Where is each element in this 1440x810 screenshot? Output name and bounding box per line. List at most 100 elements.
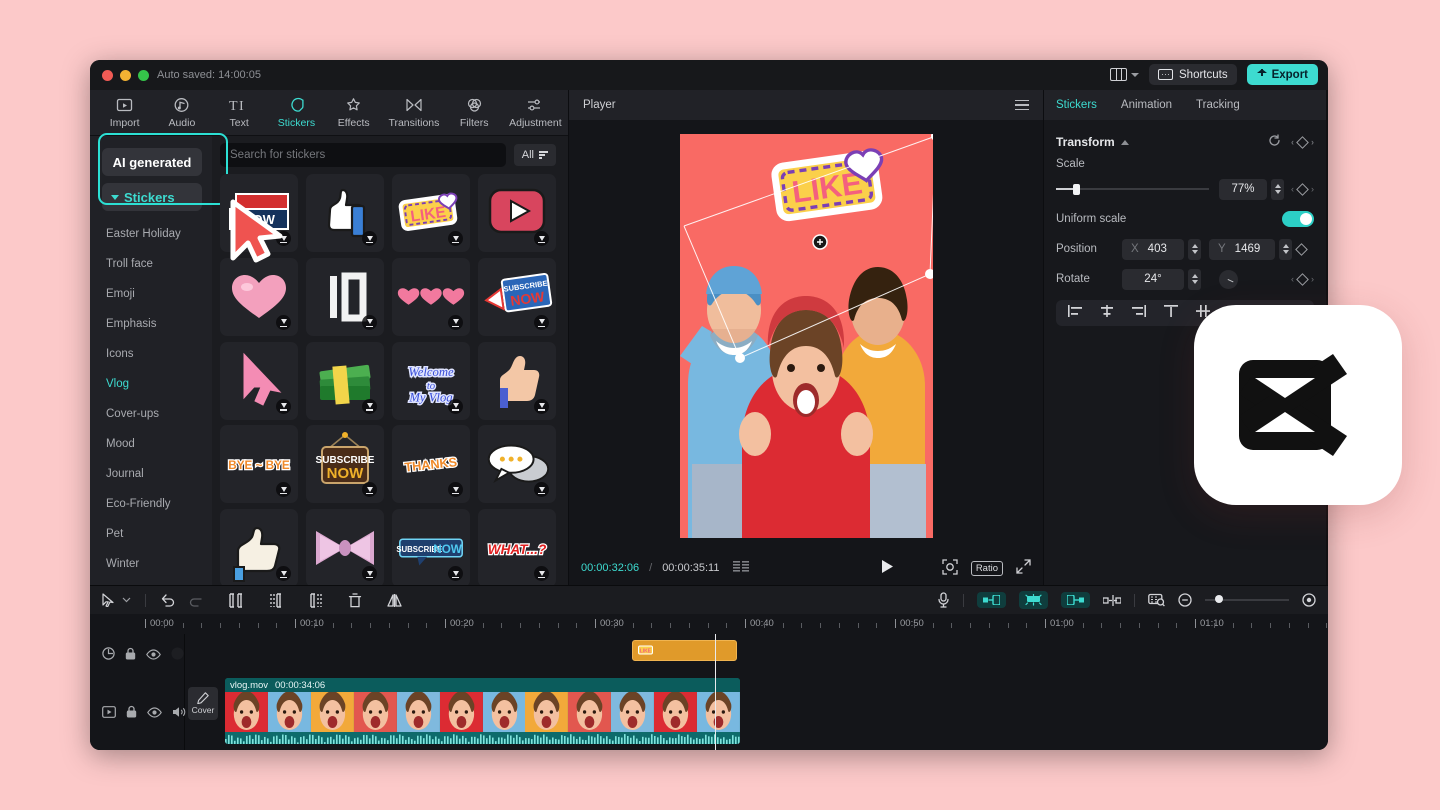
track-visibility-icon[interactable] xyxy=(147,705,162,723)
download-icon[interactable] xyxy=(448,315,463,330)
download-icon[interactable] xyxy=(534,315,549,330)
scale-slider[interactable] xyxy=(1056,188,1209,190)
tab-inspector-animation[interactable]: Animation xyxy=(1121,99,1172,111)
keyframe-nav-transform[interactable]: ‹ › xyxy=(1291,137,1314,147)
tab-filters[interactable]: Filters xyxy=(446,97,503,129)
keyframe-track-button[interactable] xyxy=(1103,595,1121,606)
redo-button[interactable] xyxy=(189,594,204,607)
sticker-subscribe-now-tag[interactable]: SUBSCRIBE NOW xyxy=(392,509,470,585)
keyframe-prev-icon[interactable]: ‹ xyxy=(1291,274,1294,284)
tab-transitions[interactable]: Transitions xyxy=(382,97,445,129)
tab-adjustment[interactable]: Adjustment xyxy=(503,97,568,129)
track-timer-icon[interactable] xyxy=(102,647,115,665)
transform-section-header[interactable]: Transform ‹ › xyxy=(1056,130,1314,154)
tab-stickers[interactable]: Stickers xyxy=(268,97,325,129)
sticker-speech-bubbles[interactable] xyxy=(478,425,556,503)
zoom-fit-button[interactable] xyxy=(942,559,958,578)
track-lock-icon[interactable] xyxy=(126,705,137,723)
sidebar-item-icons[interactable]: Icons xyxy=(90,339,212,369)
sidebar-item-mood[interactable]: Mood xyxy=(90,429,212,459)
tab-inspector-stickers[interactable]: Stickers xyxy=(1056,99,1097,111)
timeline-ruler[interactable]: 00:0000:1000:2000:3000:4000:5001:0001:10 xyxy=(90,614,1328,634)
delete-button[interactable] xyxy=(348,593,362,608)
align-center-horizontal-button[interactable] xyxy=(1100,304,1114,322)
frames-icon[interactable] xyxy=(733,561,749,576)
position-x-stepper[interactable] xyxy=(1188,239,1201,260)
rotate-stepper[interactable] xyxy=(1188,269,1201,290)
auto-cut-in-button[interactable] xyxy=(977,592,1006,608)
sticker-thanks[interactable]: THANKS xyxy=(392,425,470,503)
stickers-group-header[interactable]: Stickers xyxy=(102,183,202,211)
split-button[interactable] xyxy=(228,593,244,608)
window-close-button[interactable] xyxy=(102,70,113,81)
scale-slider-knob[interactable] xyxy=(1073,184,1080,195)
sticker-like-badge[interactable]: LIKE xyxy=(392,174,470,252)
undo-button[interactable] xyxy=(160,594,175,607)
mirror-button[interactable] xyxy=(386,593,403,608)
align-top-button[interactable] xyxy=(1164,304,1178,322)
tab-import[interactable]: Import xyxy=(96,97,153,129)
position-y-input[interactable]: Y 1469 xyxy=(1209,239,1275,260)
sticker-welcome-to-my-vlog[interactable]: Welcome to My Vlog xyxy=(392,342,470,420)
download-icon[interactable] xyxy=(362,315,377,330)
sidebar-item-vlog[interactable]: Vlog xyxy=(90,369,212,399)
rotate-value-input[interactable]: 24° xyxy=(1122,269,1184,290)
auto-captions-button[interactable] xyxy=(1019,591,1048,609)
sidebar-item-journal[interactable]: Journal xyxy=(90,459,212,489)
keyframe-nav-rotate[interactable]: ‹ › xyxy=(1291,274,1314,284)
sticker-pink-heart[interactable] xyxy=(220,258,298,336)
video-preview[interactable]: LIKE xyxy=(680,134,933,538)
rotate-dial[interactable] xyxy=(1219,270,1238,289)
auto-cut-out-button[interactable] xyxy=(1061,592,1090,608)
download-icon[interactable] xyxy=(362,231,377,246)
tab-text[interactable]: T I Text xyxy=(211,97,268,129)
sticker-thumbs-up-white[interactable] xyxy=(306,174,384,252)
track-lane-sticker[interactable]: LIKE xyxy=(185,634,1328,678)
track-lane-video[interactable]: Cover vlog.mov 00:00:34:06 xyxy=(185,678,1328,750)
play-button[interactable] xyxy=(881,559,894,577)
download-icon[interactable] xyxy=(276,315,291,330)
track-video-icon[interactable] xyxy=(102,705,116,723)
sticker-number-ten[interactable] xyxy=(306,258,384,336)
keyframe-nav-scale[interactable]: ‹ › xyxy=(1291,184,1314,194)
track-visibility-icon[interactable] xyxy=(146,647,161,665)
track-lock-icon[interactable] xyxy=(125,647,136,665)
sidebar-item-pet[interactable]: Pet xyxy=(90,519,212,549)
cover-button[interactable]: Cover xyxy=(188,687,218,720)
keyframe-next-icon[interactable]: › xyxy=(1311,274,1314,284)
window-maximize-button[interactable] xyxy=(138,70,149,81)
sticker-bye-bye[interactable]: BYE ~ BYE xyxy=(220,425,298,503)
keyframe-next-icon[interactable]: › xyxy=(1311,184,1314,194)
trim-right-button[interactable] xyxy=(308,593,324,608)
download-icon[interactable] xyxy=(448,399,463,414)
sticker-subscribe-now-sign[interactable]: SUBSCRIBE NOW xyxy=(306,425,384,503)
export-button[interactable]: Export xyxy=(1247,64,1318,85)
align-left-button[interactable] xyxy=(1068,304,1082,322)
sidebar-item-winter[interactable]: Winter xyxy=(90,549,212,579)
sticker-cash-stack[interactable] xyxy=(306,342,384,420)
ai-generated-button[interactable]: AI generated xyxy=(102,148,202,176)
sticker-pink-cursor[interactable] xyxy=(220,342,298,420)
download-icon[interactable] xyxy=(276,399,291,414)
fullscreen-button[interactable] xyxy=(1016,559,1031,577)
sticker-play-button-red[interactable] xyxy=(478,174,556,252)
video-clip[interactable]: vlog.mov 00:00:34:06 xyxy=(225,678,740,744)
download-icon[interactable] xyxy=(534,231,549,246)
trim-left-button[interactable] xyxy=(268,593,284,608)
select-tool-button[interactable] xyxy=(102,593,114,607)
sticker-pink-bow[interactable] xyxy=(306,509,384,585)
zoom-out-button[interactable] xyxy=(1178,593,1192,607)
keyframe-prev-icon[interactable]: ‹ xyxy=(1291,137,1294,147)
search-input[interactable] xyxy=(230,149,496,161)
sidebar-item-emphasis[interactable]: Emphasis xyxy=(90,309,212,339)
sticker-three-hearts[interactable] xyxy=(392,258,470,336)
zoom-to-fit-button[interactable] xyxy=(1302,593,1316,607)
layout-switch-button[interactable] xyxy=(1110,68,1139,81)
tab-audio[interactable]: Audio xyxy=(153,97,210,129)
player-menu-icon[interactable] xyxy=(1015,100,1029,111)
download-icon[interactable] xyxy=(362,399,377,414)
search-box[interactable] xyxy=(220,143,506,167)
position-x-input[interactable]: X 403 xyxy=(1122,239,1184,260)
scale-stepper[interactable] xyxy=(1271,179,1284,200)
scale-value-input[interactable]: 77% xyxy=(1219,179,1267,200)
